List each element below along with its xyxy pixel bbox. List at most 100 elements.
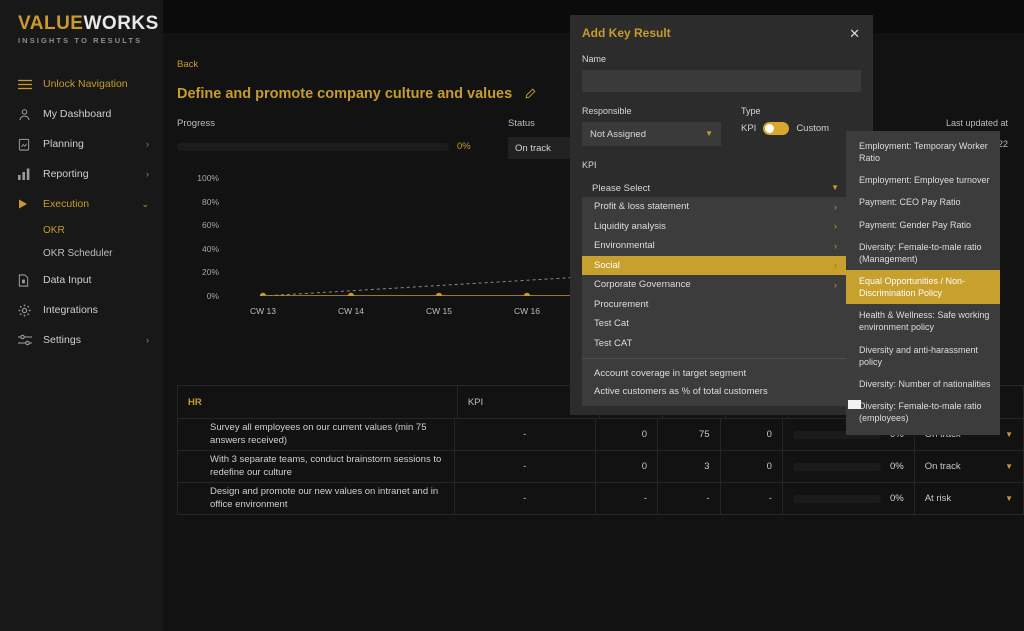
last-updated-label: Last updated at <box>946 118 1008 128</box>
responsible-value: Not Assigned <box>590 129 646 140</box>
submenu-item-diversity-number-of-nationalities[interactable]: Diversity: Number of nationalities <box>846 373 1000 395</box>
name-label: Name <box>582 54 861 64</box>
chart-x-tick: CW 14 <box>338 306 364 316</box>
dropdown-item-test-cat[interactable]: Test Cat <box>582 314 847 334</box>
sidebar-item-unlock-navigation[interactable]: Unlock Navigation <box>0 69 163 99</box>
progress-bar <box>177 143 449 151</box>
close-icon[interactable]: ✕ <box>849 27 860 40</box>
sidebar-item-label: My Dashboard <box>43 108 111 120</box>
chevron-down-icon: ⌄ <box>141 200 149 209</box>
name-input[interactable] <box>582 70 861 92</box>
dropdown-item-label: Corporate Governance <box>594 279 691 290</box>
gear-icon <box>18 303 34 317</box>
column-header-hr: HR <box>178 386 458 418</box>
submenu-item-employment-temporary-worker-ratio[interactable]: Employment: Temporary Worker Ratio <box>846 135 1000 169</box>
kpi-dropdown-value: Please Select <box>592 183 650 194</box>
sidebar-item-reporting[interactable]: Reporting› <box>0 159 163 189</box>
hamburger-icon <box>18 77 34 91</box>
chart-y-tick: 80% <box>202 197 219 207</box>
bar-chart-icon <box>18 167 34 181</box>
page-title: Define and promote company culture and v… <box>177 86 512 102</box>
chevron-down-icon: ▼ <box>831 184 839 192</box>
row-kpi-cell: - <box>455 483 596 514</box>
type-toggle-row: KPI Custom <box>741 122 829 135</box>
row-name-cell: Survey all employees on our current valu… <box>178 419 455 450</box>
sidebar-item-data-input[interactable]: Data Input <box>0 265 163 295</box>
chevron-down-icon[interactable]: ▼ <box>1005 431 1013 439</box>
row-status-cell: At risk▼ <box>915 483 1024 514</box>
sidebar-item-label: Execution <box>43 198 89 210</box>
chevron-right-icon: › <box>146 170 149 179</box>
responsible-select[interactable]: Not Assigned ▼ <box>582 122 721 146</box>
table-row[interactable]: With 3 separate teams, conduct brainstor… <box>178 451 1024 483</box>
responsible-type-row: Responsible Not Assigned ▼ Type KPI Cust… <box>570 92 873 146</box>
modal-title: Add Key Result <box>582 26 671 40</box>
row-progress-cell: 0% <box>783 483 915 514</box>
chart-point <box>348 293 354 296</box>
dropdown-item-profit-loss-statement[interactable]: Profit & loss statement › <box>582 197 847 217</box>
chart-x-tick: CW 13 <box>250 306 276 316</box>
sidebar-subitem-okr-scheduler[interactable]: OKR Scheduler <box>0 242 163 265</box>
sidebar-item-planning[interactable]: Planning› <box>0 129 163 159</box>
dropdown-item-liquidity-analysis[interactable]: Liquidity analysis› <box>582 217 847 237</box>
chevron-right-icon: › <box>834 202 837 212</box>
logo-text: VALUEWORKS <box>18 14 163 33</box>
type-toggle[interactable] <box>763 122 789 135</box>
sidebar-item-label: Data Input <box>43 274 91 286</box>
submenu-item-employment-employee-turnover[interactable]: Employment: Employee turnover <box>846 169 1000 191</box>
kpi-label: KPI <box>582 160 861 170</box>
back-link[interactable]: Back <box>163 33 198 70</box>
name-field-group: Name <box>570 54 873 92</box>
submenu-item-diversity-and-anti-harassment-policy[interactable]: Diversity and anti-harassment policy <box>846 339 1000 373</box>
kpi-dropdown-trigger[interactable]: Please Select ▼ <box>582 179 847 197</box>
dropdown-item-label: Social <box>594 260 620 271</box>
dropdown-item-label: Profit & loss statement <box>594 201 689 212</box>
dropdown-item-label: Liquidity analysis <box>594 221 666 232</box>
dropdown-footer-item[interactable]: Account coverage in target segment <box>582 364 847 382</box>
chevron-down-icon: ▼ <box>705 130 713 138</box>
submenu-item-diversity-female-to-male-ratio-employees[interactable]: Diversity: Female-to-male ratio (employe… <box>846 395 1000 429</box>
row-progress-percent: 0% <box>890 461 904 472</box>
dropdown-item-procurement[interactable]: Procurement <box>582 295 847 315</box>
submenu-item-health-wellness-safe-working-environment[interactable]: Health & Wellness: Safe working environm… <box>846 304 1000 338</box>
edit-pencil-icon[interactable] <box>524 88 536 100</box>
dropdown-item-test-cat[interactable]: Test CAT <box>582 334 847 354</box>
chevron-down-icon[interactable]: ▼ <box>1005 495 1013 503</box>
row-value-3: 0 <box>721 419 783 450</box>
submenu-item-payment-gender-pay-ratio[interactable]: Payment: Gender Pay Ratio <box>846 214 1000 236</box>
status-value: On track <box>515 143 551 154</box>
play-icon <box>18 197 34 211</box>
dropdown-item-label: Procurement <box>594 299 648 310</box>
app-root: VALUEWORKS INSIGHTS TO RESULTS Unlock Na… <box>0 0 1024 631</box>
dropdown-footer-item[interactable]: Active customers as % of total customers <box>582 382 847 400</box>
dropdown-item-environmental[interactable]: Environmental› <box>582 236 847 256</box>
sidebar-subitem-okr[interactable]: OKR <box>0 219 163 242</box>
table-row[interactable]: Design and promote our new values on int… <box>178 483 1024 514</box>
dropdown-item-social[interactable]: Social› <box>582 256 847 276</box>
row-kpi-cell: - <box>455 451 596 482</box>
sidebar-item-execution[interactable]: Execution ⌄ <box>0 189 163 219</box>
sidebar-item-integrations[interactable]: Integrations <box>0 295 163 325</box>
divider <box>582 358 847 359</box>
sidebar-item-settings[interactable]: Settings› <box>0 325 163 355</box>
row-value-2: 75 <box>658 419 720 450</box>
row-value-2: - <box>658 483 720 514</box>
kpi-field-group: KPI <box>570 160 873 170</box>
chart-y-tick: 60% <box>202 220 219 230</box>
progress-label: Progress <box>177 118 477 129</box>
progress-percent: 0% <box>457 141 471 152</box>
submenu-item-payment-ceo-pay-ratio[interactable]: Payment: CEO Pay Ratio <box>846 191 1000 213</box>
dropdown-item-label: Test CAT <box>594 338 632 349</box>
logo-works: WORKS <box>83 13 158 34</box>
submenu-item-equal-opportunities-non-discrimination-p[interactable]: Equal Opportunities / Non-Discrimination… <box>846 270 1000 304</box>
responsible-label: Responsible <box>582 106 721 116</box>
dropdown-item-corporate-governance[interactable]: Corporate Governance› <box>582 275 847 295</box>
chevron-down-icon[interactable]: ▼ <box>1005 463 1013 471</box>
type-label: Type <box>741 106 829 116</box>
submenu-pointer <box>848 400 861 409</box>
submenu-item-diversity-female-to-male-ratio-managemen[interactable]: Diversity: Female-to-male ratio (Managem… <box>846 236 1000 270</box>
toggle-knob <box>765 124 774 133</box>
brand-logo: VALUEWORKS INSIGHTS TO RESULTS <box>0 0 163 45</box>
row-value-2: 3 <box>658 451 720 482</box>
sidebar-item-my-dashboard[interactable]: My Dashboard <box>0 99 163 129</box>
